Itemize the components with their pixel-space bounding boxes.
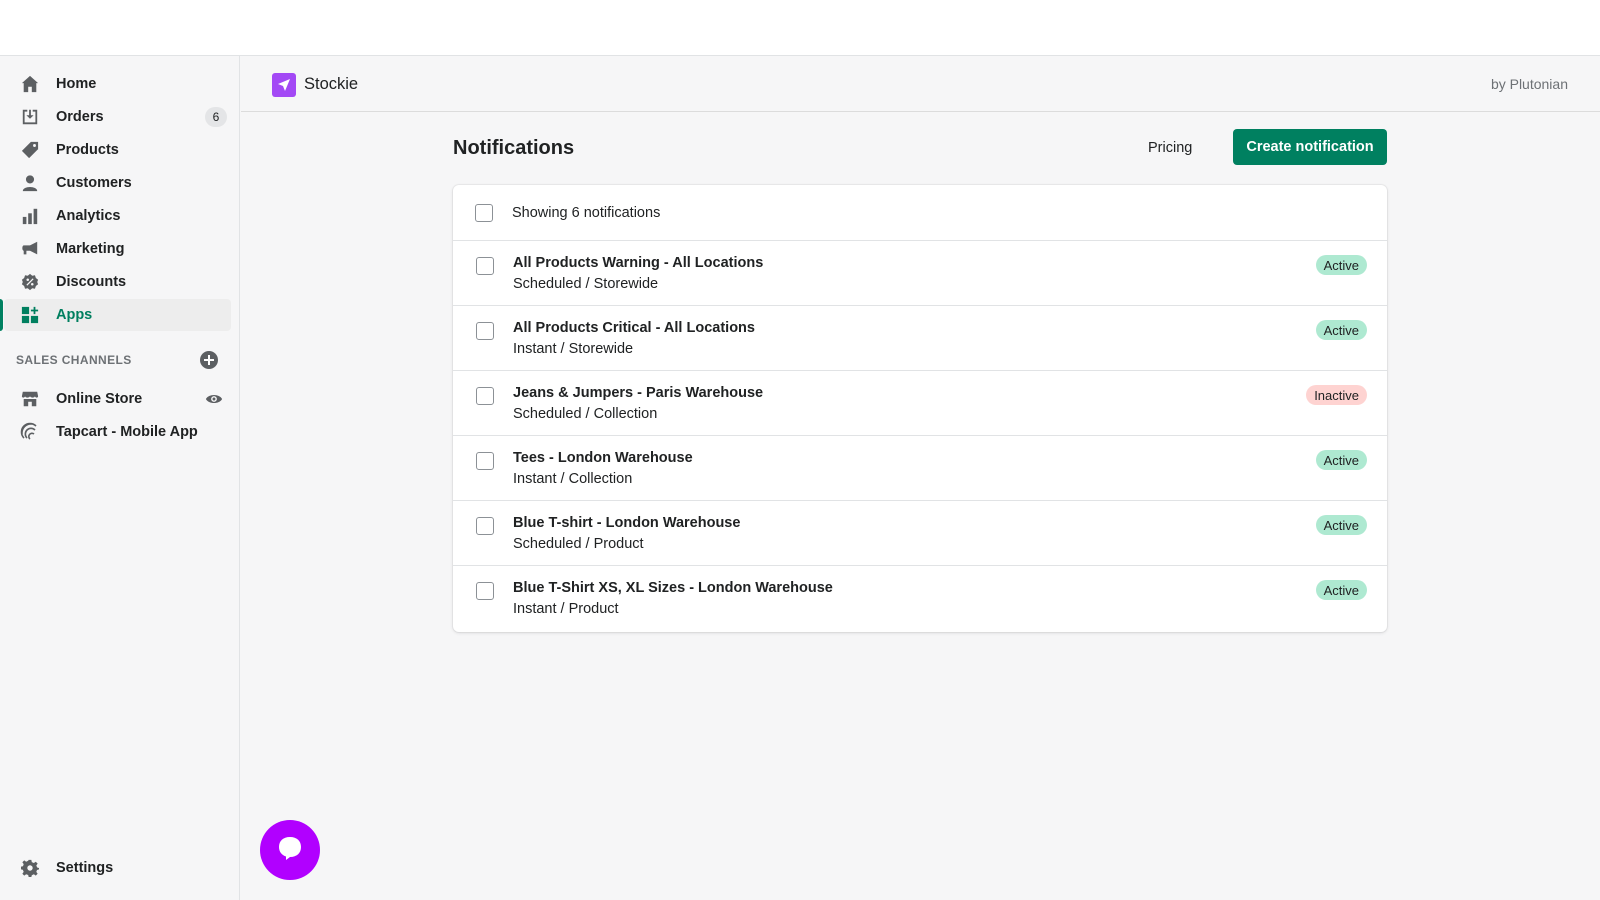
tapcart-icon [20, 422, 40, 442]
notification-title: Jeans & Jumpers - Paris Warehouse [513, 385, 764, 401]
notification-title: All Products Critical - All Locations [513, 320, 755, 336]
status-badge: Active [1315, 580, 1367, 600]
sidebar-item-settings[interactable]: Settings [4, 852, 231, 884]
eye-icon[interactable] [205, 391, 223, 407]
notification-title: Tees - London Warehouse [513, 450, 693, 466]
sidebar-item-label: Marketing [56, 241, 125, 257]
sidebar-item-label: Tapcart - Mobile App [56, 424, 198, 440]
sidebar-item-online-store[interactable]: Online Store [4, 383, 231, 415]
store-icon [20, 389, 40, 409]
page-title: Notifications [453, 137, 575, 159]
sidebar-item-discounts[interactable]: Discounts [4, 266, 231, 298]
row-checkbox[interactable] [476, 452, 494, 470]
sidebar-item-marketing[interactable]: Marketing [4, 233, 231, 265]
sidebar-item-label: Orders [56, 109, 104, 125]
notifications-list-header: Showing 6 notifications [453, 185, 1387, 241]
sidebar-item-analytics[interactable]: Analytics [4, 200, 231, 232]
notification-title: Blue T-Shirt XS, XL Sizes - London Wareh… [513, 580, 833, 596]
sidebar-item-products[interactable]: Products [4, 134, 231, 166]
sidebar: Home Orders 6 Products Customers Analyti… [0, 56, 240, 900]
app-name: Stockie [304, 75, 359, 93]
sidebar-item-label: Discounts [56, 274, 127, 290]
notification-subtitle: Instant / Collection [513, 471, 633, 487]
chat-icon [275, 833, 305, 868]
sidebar-item-label: Online Store [56, 391, 143, 407]
row-checkbox[interactable] [476, 257, 494, 275]
create-notification-button[interactable]: Create notification [1233, 129, 1387, 165]
notification-title: Blue T-shirt - London Warehouse [513, 515, 741, 531]
status-badge: Active [1315, 450, 1367, 470]
stockie-logo-icon [272, 73, 296, 97]
orders-icon [20, 107, 40, 127]
app-developer: by Plutonian [1490, 76, 1568, 92]
sidebar-item-tapcart[interactable]: Tapcart - Mobile App [4, 416, 231, 448]
sidebar-item-label: Analytics [56, 208, 121, 224]
notification-row[interactable]: Blue T-Shirt XS, XL Sizes - London Wareh… [453, 566, 1387, 631]
status-badge: Active [1315, 320, 1367, 340]
notification-row[interactable]: All Products Warning - All Locations Sch… [453, 241, 1387, 306]
notification-row[interactable]: All Products Critical - All Locations In… [453, 306, 1387, 371]
sidebar-item-home[interactable]: Home [4, 68, 231, 100]
notifications-count-text: Showing 6 notifications [512, 205, 661, 221]
sidebar-item-label: Home [56, 76, 97, 92]
sidebar-item-apps[interactable]: Apps [0, 299, 231, 331]
sales-channels-title: SALES CHANNELS [16, 353, 132, 367]
notification-subtitle: Instant / Storewide [513, 341, 634, 357]
notification-subtitle: Scheduled / Product [513, 536, 644, 552]
tag-icon [20, 140, 40, 160]
gear-icon [20, 858, 40, 878]
orders-count-badge: 6 [205, 107, 227, 127]
status-badge: Active [1315, 255, 1367, 275]
status-badge: Inactive [1306, 385, 1367, 405]
notification-row[interactable]: Jeans & Jumpers - Paris Warehouse Schedu… [453, 371, 1387, 436]
sidebar-item-customers[interactable]: Customers [4, 167, 231, 199]
discount-icon [20, 272, 40, 292]
status-badge: Active [1315, 515, 1367, 535]
apps-icon [20, 305, 40, 325]
sidebar-item-label: Settings [56, 860, 114, 876]
row-checkbox[interactable] [476, 322, 494, 340]
notifications-card: Showing 6 notifications All Products War… [453, 185, 1387, 632]
app-header: Stockie by Plutonian [241, 56, 1600, 112]
notification-title: All Products Warning - All Locations [513, 255, 764, 271]
sidebar-item-label: Apps [56, 307, 93, 323]
notification-row[interactable]: Blue T-shirt - London Warehouse Schedule… [453, 501, 1387, 566]
notification-subtitle: Scheduled / Storewide [513, 276, 659, 292]
select-all-checkbox[interactable] [475, 204, 493, 222]
notification-subtitle: Scheduled / Collection [513, 406, 658, 422]
row-checkbox[interactable] [476, 387, 494, 405]
row-checkbox[interactable] [476, 517, 494, 535]
top-bar [0, 0, 1600, 56]
megaphone-icon [20, 239, 40, 259]
chat-launcher-button[interactable] [260, 820, 320, 880]
home-icon [20, 74, 40, 94]
notification-row[interactable]: Tees - London Warehouse Instant / Collec… [453, 436, 1387, 501]
notification-subtitle: Instant / Product [513, 601, 619, 617]
sidebar-item-label: Products [56, 142, 119, 158]
person-icon [20, 173, 40, 193]
add-sales-channel-icon[interactable] [200, 351, 218, 369]
pricing-button[interactable]: Pricing [1148, 136, 1192, 160]
sidebar-item-orders[interactable]: Orders 6 [4, 101, 231, 133]
bar-chart-icon [20, 206, 40, 226]
sidebar-item-label: Customers [56, 175, 132, 191]
row-checkbox[interactable] [476, 582, 494, 600]
